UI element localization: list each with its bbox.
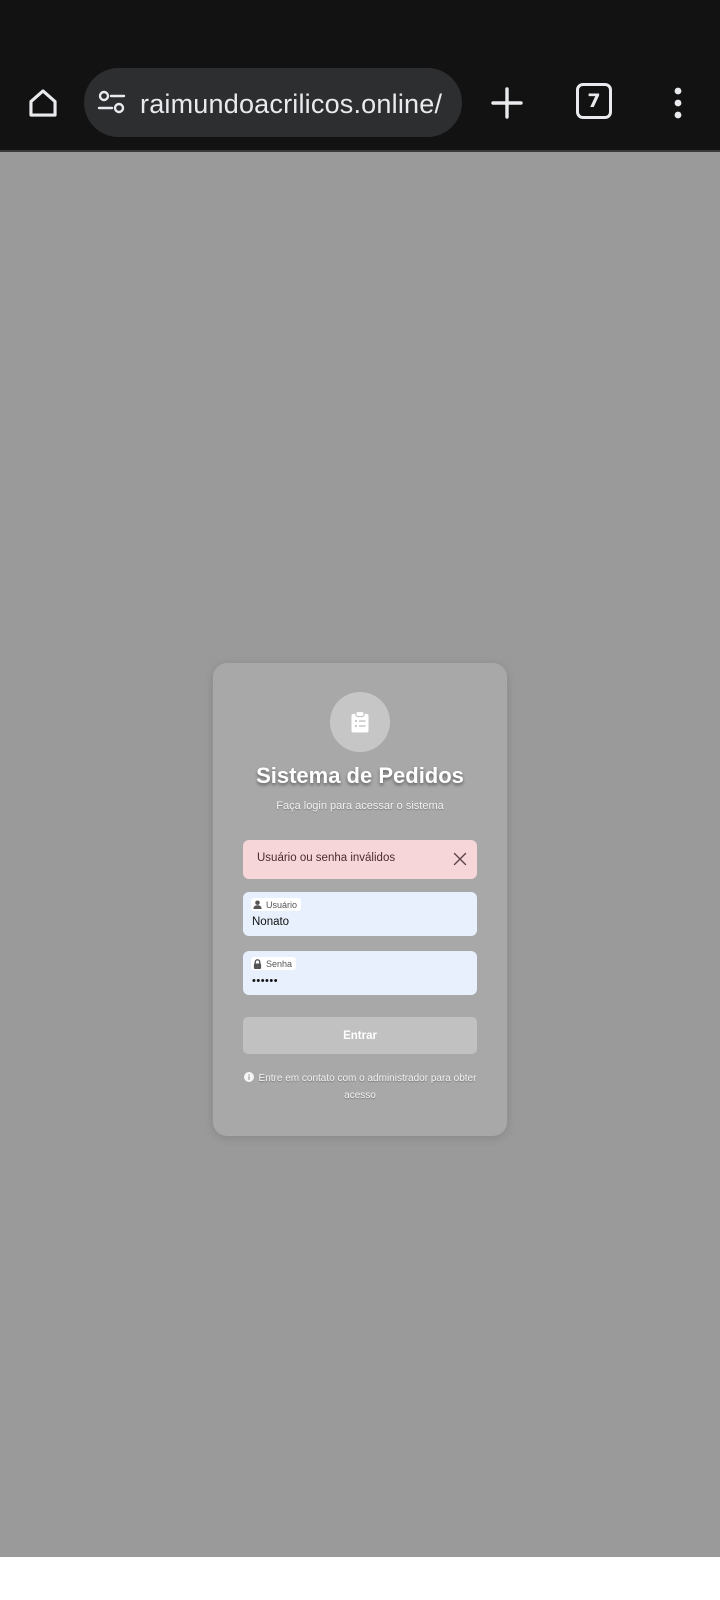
user-icon <box>253 900 262 909</box>
password-input[interactable] <box>252 972 468 990</box>
close-alert-button[interactable] <box>453 852 467 866</box>
username-input[interactable] <box>252 913 468 931</box>
system-navigation-bar <box>0 1557 720 1600</box>
info-circle-icon <box>243 1072 254 1082</box>
password-label-text: Senha <box>266 958 293 969</box>
login-button[interactable]: Entrar <box>243 1017 477 1054</box>
tune-icon <box>97 90 126 114</box>
clipboard-list-icon <box>351 711 369 733</box>
status-bar <box>0 0 720 60</box>
lock-icon <box>253 958 262 969</box>
username-label: Usuário <box>251 898 302 911</box>
username-field[interactable]: Usuário <box>243 892 477 936</box>
browser-toolbar: raimundoacrilicos.online/ 7 <box>0 60 720 152</box>
address-bar[interactable]: raimundoacrilicos.online/ <box>84 68 462 137</box>
login-card: Sistema de Pedidos Faça login para acess… <box>213 663 507 1136</box>
error-alert: Usuário ou senha inválidos <box>243 840 477 879</box>
password-field[interactable]: Senha <box>243 951 477 995</box>
close-icon <box>453 852 467 866</box>
tab-switcher-icon: 7 <box>576 83 612 119</box>
page-subtitle: Faça login para acessar o sistema <box>276 800 444 812</box>
username-label-text: Usuário <box>266 899 298 910</box>
info-text: Entre em contato com o administrador par… <box>258 1073 477 1101</box>
url-text[interactable]: raimundoacrilicos.online/ <box>140 86 450 122</box>
password-label: Senha <box>251 957 297 970</box>
app-logo <box>330 692 390 752</box>
tab-switcher-button[interactable]: 7 <box>576 83 612 119</box>
site-settings-button[interactable] <box>96 87 128 119</box>
home-icon <box>29 89 57 117</box>
home-button[interactable] <box>20 80 66 126</box>
browser-menu-button[interactable] <box>662 80 694 126</box>
new-tab-button[interactable] <box>487 80 527 126</box>
page-title: Sistema de Pedidos <box>256 763 464 788</box>
info-note: Entre em contato com o administrador par… <box>241 1070 479 1104</box>
error-message: Usuário ou senha inválidos <box>257 852 396 864</box>
more-vert-icon <box>674 87 682 119</box>
plus-icon <box>491 87 523 119</box>
page-viewport: Sistema de Pedidos Faça login para acess… <box>0 152 720 1557</box>
